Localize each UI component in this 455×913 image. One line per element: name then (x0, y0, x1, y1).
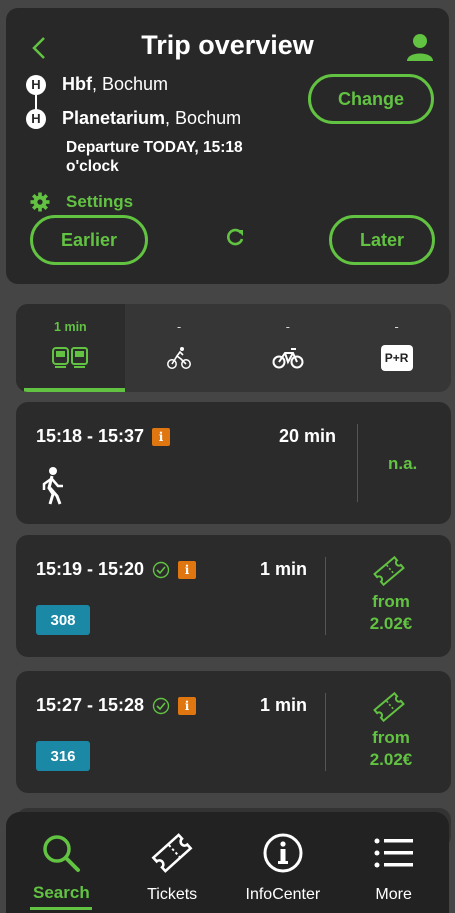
price: from 2.02€ (356, 591, 426, 635)
divider (325, 693, 326, 771)
earlier-button[interactable]: Earlier (30, 215, 148, 265)
price-prefix: from (372, 728, 410, 747)
origin-name: Hbf (62, 74, 92, 94)
line-badge: 308 (36, 605, 90, 635)
cyclist-icon (167, 347, 192, 369)
destination-city: , Bochum (165, 108, 242, 128)
later-button[interactable]: Later (329, 215, 435, 265)
tab-bike-sharing[interactable]: - (234, 304, 343, 392)
price-prefix: from (372, 592, 410, 611)
refresh-icon[interactable] (224, 227, 246, 249)
trip-time: 15:27 - 15:28 (36, 695, 145, 715)
trip-header: Trip overview H Hbf, Bochum H Planetariu… (6, 8, 449, 284)
active-indicator (30, 907, 93, 910)
tab-duration: - (394, 320, 399, 334)
ticket-icon[interactable] (371, 555, 407, 587)
trip-duration: 1 min (260, 559, 308, 579)
tab-duration: - (177, 320, 182, 334)
nav-search[interactable]: Search (6, 812, 117, 913)
info-icon[interactable]: i (178, 696, 197, 715)
divider (357, 424, 358, 502)
tab-duration: - (285, 320, 290, 334)
trip-card[interactable]: 15:18 - 15:37 i 20 min n.a. (16, 402, 451, 524)
price-value: 2.02€ (369, 750, 413, 769)
origin-stop: H Hbf, Bochum (26, 74, 168, 95)
transport-mode-tabs: 1 min - - - P+R (16, 304, 451, 392)
realtime-check-icon (152, 697, 170, 714)
nav-more[interactable]: More (338, 812, 449, 913)
trip-card[interactable]: 15:19 - 15:20 i 1 min 308 from 2.02€ (16, 535, 451, 657)
tab-public-transport[interactable]: 1 min (16, 304, 125, 392)
origin-city: , Bochum (92, 74, 169, 94)
destination-name: Planetarium (62, 108, 166, 128)
menu-icon (374, 838, 413, 868)
price-not-available: n.a. (388, 454, 418, 473)
settings-link[interactable]: Settings (30, 192, 133, 212)
tab-park-and-ride[interactable]: - P+R (342, 304, 451, 392)
nav-tickets[interactable]: Tickets (117, 812, 228, 913)
trip-time: 15:19 - 15:20 (36, 559, 145, 579)
tab-bicycle[interactable]: - (125, 304, 234, 392)
search-icon (43, 835, 81, 872)
walk-icon (42, 467, 63, 505)
price-value: 2.02€ (369, 614, 413, 633)
person-icon[interactable] (405, 32, 435, 62)
bike-sharing-icon (272, 348, 304, 369)
trip-time: 15:18 - 15:37 (36, 426, 145, 446)
stop-h-icon: H (26, 74, 46, 95)
page-title: Trip overview (141, 30, 314, 60)
ticket-icon[interactable] (371, 691, 407, 723)
tab-duration: 1 min (54, 320, 87, 334)
nav-label: Search (33, 883, 90, 902)
info-icon[interactable]: i (152, 427, 171, 446)
info-icon (263, 833, 303, 873)
nav-label: InfoCenter (245, 886, 321, 903)
change-button[interactable]: Change (308, 74, 434, 124)
trip-duration: 20 min (279, 426, 337, 446)
trip-duration: 1 min (260, 695, 308, 715)
stop-h-icon: H (26, 108, 46, 129)
line-badge: 316 (36, 741, 90, 771)
public-transport-icon (52, 347, 89, 368)
divider (325, 557, 326, 635)
park-and-ride-icon: P+R (380, 345, 413, 371)
ticket-icon (151, 833, 193, 873)
trip-card[interactable]: 15:27 - 15:28 i 1 min 316 from 2.02€ (16, 671, 451, 793)
bottom-navigation: Search Tickets InfoCenter More (6, 812, 449, 913)
realtime-check-icon (152, 561, 170, 578)
nav-label: More (375, 886, 412, 903)
gear-icon (30, 192, 50, 212)
price: from 2.02€ (356, 727, 426, 771)
info-icon[interactable]: i (178, 560, 197, 579)
destination-stop: H Planetarium, Bochum (26, 108, 241, 129)
nav-label: Tickets (147, 886, 198, 903)
settings-label: Settings (66, 192, 134, 211)
nav-infocenter[interactable]: InfoCenter (228, 812, 339, 913)
departure-time: Departure TODAY, 15:18 o'clock (66, 139, 243, 175)
